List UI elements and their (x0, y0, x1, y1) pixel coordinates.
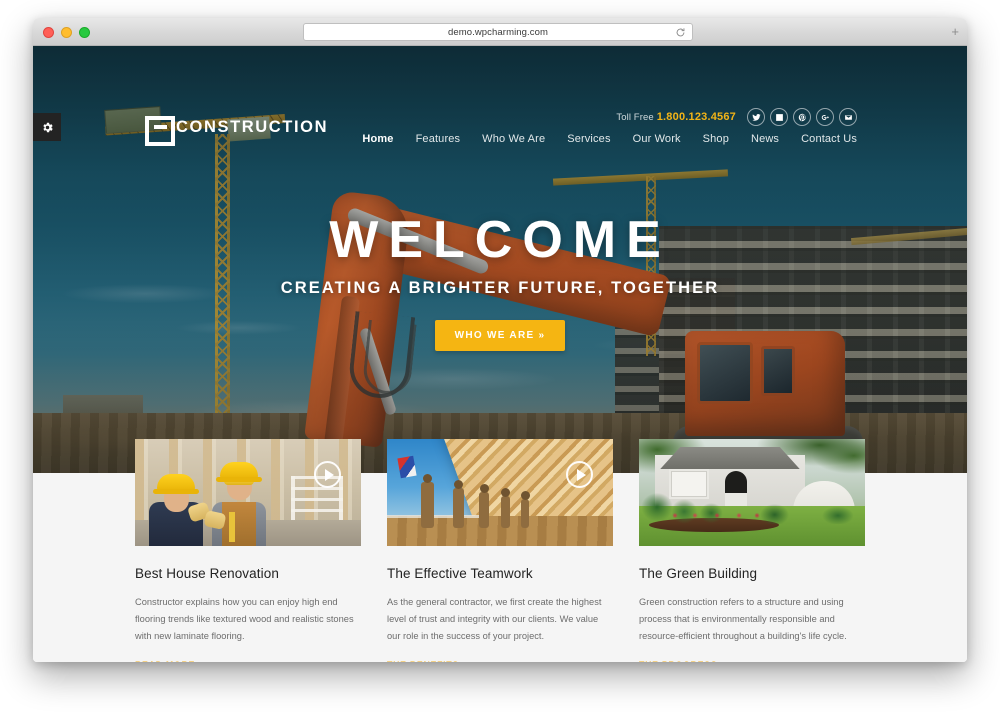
browser-chrome: demo.wpcharming.com + (33, 18, 967, 46)
address-bar[interactable]: demo.wpcharming.com (303, 23, 693, 41)
header-topbar: Toll Free 1.800.123.4567 (616, 108, 857, 126)
google-plus-icon[interactable] (816, 108, 834, 126)
maximize-window-button[interactable] (79, 27, 90, 38)
reload-icon[interactable] (675, 27, 686, 38)
nav-item-contact-us[interactable]: Contact Us (801, 133, 857, 145)
hero-section: CONSTRUCTION Toll Free 1.800.123.4567 Ho… (33, 46, 967, 473)
who-we-are-button[interactable]: WHO WE ARE » (434, 320, 566, 351)
hero-subtitle: CREATING A BRIGHTER FUTURE, TOGETHER (280, 279, 720, 297)
card-green-building: The Green Building Green construction re… (639, 439, 865, 662)
nav-item-news[interactable]: News (751, 133, 779, 145)
minimize-window-button[interactable] (61, 27, 72, 38)
card-image-lumber[interactable] (387, 439, 613, 546)
nav-item-shop[interactable]: Shop (703, 133, 729, 145)
card-title: The Effective Teamwork (387, 566, 533, 581)
url-text: demo.wpcharming.com (447, 26, 549, 38)
site-logo-text: CONSTRUCTION (176, 117, 329, 136)
card-effective-teamwork: The Effective Teamwork As the general co… (387, 439, 613, 662)
card-title: Best House Renovation (135, 566, 279, 581)
worker-figure-right (203, 458, 275, 546)
close-window-button[interactable] (43, 27, 54, 38)
pinterest-icon[interactable] (793, 108, 811, 126)
hero-content: WELCOME CREATING A BRIGHTER FUTURE, TOGE… (33, 214, 967, 351)
email-icon[interactable] (839, 108, 857, 126)
card-progress-link[interactable]: THE PROGRESS (639, 660, 717, 662)
new-tab-button[interactable]: + (951, 25, 959, 38)
browser-window: demo.wpcharming.com + CONSTRUCTION Toll … (33, 18, 967, 662)
twitter-icon[interactable] (747, 108, 765, 126)
social-links (747, 108, 857, 126)
card-description: Constructor explains how you can enjoy h… (135, 597, 354, 642)
hero-title: WELCOME (329, 211, 671, 269)
cards-row: Best House Renovation Constructor explai… (135, 439, 865, 662)
card-image-house[interactable] (639, 439, 865, 546)
card-description: Green construction refers to a structure… (639, 597, 847, 642)
traffic-lights (43, 27, 90, 38)
card-title: The Green Building (639, 566, 758, 581)
card-read-more-link[interactable]: READ MORE (135, 660, 195, 662)
nav-item-home[interactable]: Home (362, 133, 393, 145)
play-button[interactable] (566, 461, 593, 488)
cards-section: Best House Renovation Constructor explai… (33, 439, 967, 662)
worker-figure-left (145, 470, 211, 546)
settings-tab[interactable] (33, 113, 61, 141)
main-navigation: Home Features Who We Are Services Our Wo… (362, 133, 857, 145)
site-header: CONSTRUCTION Toll Free 1.800.123.4567 Ho… (33, 46, 967, 146)
gear-icon (42, 122, 53, 132)
card-best-house-renovation: Best House Renovation Constructor explai… (135, 439, 361, 662)
flag-icon (397, 455, 417, 479)
card-benefits-link[interactable]: THE BENEFITS (387, 660, 459, 662)
nav-item-our-work[interactable]: Our Work (633, 133, 681, 145)
card-description: As the general contractor, we first crea… (387, 597, 602, 642)
nav-item-features[interactable]: Features (416, 133, 461, 145)
nav-item-who-we-are[interactable]: Who We Are (482, 133, 545, 145)
site-logo[interactable]: CONSTRUCTION (145, 116, 329, 146)
toll-free-text: Toll Free 1.800.123.4567 (616, 111, 736, 123)
linkedin-icon[interactable] (770, 108, 788, 126)
construction-logo-mark-icon (145, 116, 175, 146)
card-image-workers[interactable] (135, 439, 361, 546)
page-viewport: CONSTRUCTION Toll Free 1.800.123.4567 Ho… (33, 46, 967, 662)
play-button[interactable] (314, 461, 341, 488)
phone-number[interactable]: 1.800.123.4567 (657, 111, 736, 123)
nav-item-services[interactable]: Services (567, 133, 610, 145)
toll-free-label: Toll Free (616, 112, 654, 123)
